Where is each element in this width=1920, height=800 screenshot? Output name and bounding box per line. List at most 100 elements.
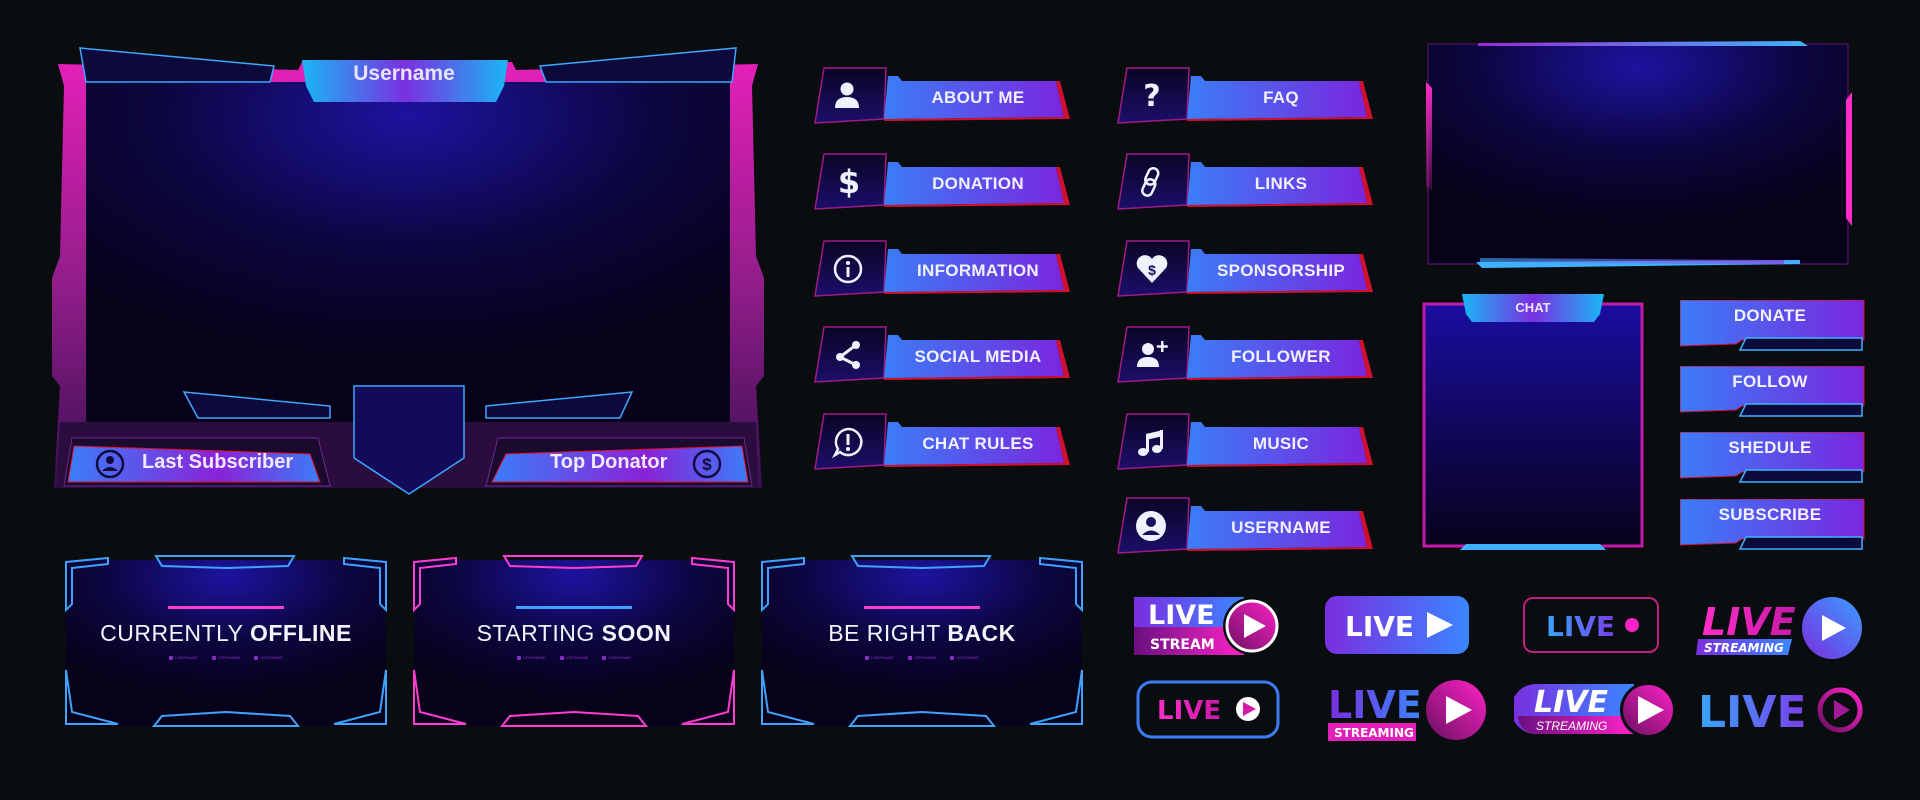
panel-username[interactable]: USERNAME	[1117, 497, 1375, 555]
social-handle: USERNAME	[168, 655, 198, 660]
badge-main-text: LIVE	[1328, 683, 1422, 727]
social-handle: USERNAME	[516, 655, 546, 660]
top-right-wing	[538, 47, 737, 83]
svg-text:$: $	[1148, 262, 1156, 278]
user-circle-icon	[1135, 510, 1169, 542]
social-handle: USERNAME	[559, 655, 588, 660]
panel-label: USERNAME	[1231, 518, 1331, 537]
scene-be-right-back: BE RIGHT BACK USERNAME USERNAME USERNAME	[758, 554, 1086, 729]
top-donator-label: Top Donator	[550, 451, 668, 473]
webcam-frame: $ Username Last Subscriber Top Donator	[52, 46, 764, 498]
user-plus-icon	[1135, 339, 1169, 371]
social-handle: USERNAME	[864, 655, 894, 660]
badge-sub-text: STREAMING	[1704, 641, 1784, 655]
scene-socials: USERNAME USERNAME USERNAME	[758, 655, 1086, 660]
last-subscriber-label: Last Subscriber	[142, 451, 294, 473]
panel-bar: MUSIC	[1187, 421, 1373, 467]
panel-label: FAQ	[1263, 88, 1299, 107]
panel-information[interactable]: INFORMATION	[814, 240, 1072, 298]
panel-bar: LINKS	[1187, 161, 1373, 207]
panel-about-me[interactable]: ABOUT ME	[814, 67, 1072, 125]
panel-label: DONATION	[932, 174, 1024, 193]
top-left-wing	[79, 47, 275, 83]
scene-title: CURRENTLY OFFLINE	[100, 620, 352, 646]
panel-follower[interactable]: FOLLOWER	[1117, 326, 1375, 384]
panel-icon-box	[1117, 497, 1191, 555]
panel-faq[interactable]: ? FAQ	[1117, 67, 1375, 125]
badge-main-text: LIVE	[1534, 685, 1608, 720]
side-button-donate[interactable]: DONATE	[1680, 300, 1866, 352]
panel-bar: FOLLOWER	[1187, 334, 1373, 380]
side-button-subscribe[interactable]: SUBSCRIBE	[1680, 499, 1866, 551]
social-icon	[602, 655, 607, 660]
username-label: Username	[353, 62, 455, 85]
social-icon	[254, 655, 259, 660]
badge-main-text: LIVE	[1148, 600, 1215, 631]
side-button-follow[interactable]: FOLLOW	[1680, 366, 1866, 418]
side-button-label: DONATE	[1733, 306, 1807, 325]
live-streaming-badge[interactable]: LIVE STREAMING	[1696, 595, 1868, 664]
panel-label: CHAT RULES	[922, 434, 1034, 453]
badge-main-text: LIVE	[1157, 696, 1221, 726]
scene-socials: USERNAME USERNAME USERNAME	[410, 655, 738, 660]
side-button-label: FOLLOW	[1732, 372, 1808, 391]
heart-dollar-icon: $	[1135, 253, 1169, 285]
dot-icon	[1625, 618, 1639, 632]
panel-sponsorship[interactable]: $ SPONSORSHIP	[1117, 240, 1375, 298]
social-icon	[907, 655, 912, 660]
badge-main-text: LIVE	[1546, 610, 1615, 643]
info-icon	[832, 253, 866, 285]
music-icon	[1135, 426, 1169, 458]
user-icon	[832, 80, 866, 112]
panel-music[interactable]: MUSIC	[1117, 413, 1375, 471]
side-button-label: SHEDULE	[1728, 438, 1812, 457]
social-icon	[559, 655, 564, 660]
live-outline-badge[interactable]: LIVE	[1135, 679, 1283, 746]
scene-title: STARTING SOON	[476, 620, 672, 646]
svg-text:$: $	[702, 455, 712, 474]
panel-bar: INFORMATION	[884, 248, 1070, 294]
panel-icon-box: $	[1117, 240, 1191, 298]
social-handle: USERNAME	[254, 655, 283, 660]
badge-main-text: LIVE	[1702, 600, 1796, 644]
live-stream-badge[interactable]: LIVE STREAM	[1134, 597, 1284, 664]
live-dot-badge[interactable]: LIVE	[1522, 596, 1662, 661]
live-text-play-badge[interactable]: LIVE	[1698, 683, 1868, 744]
panel-icon-box: ?	[1117, 67, 1191, 125]
live-pill-streaming-badge[interactable]: LIVE STREAMING	[1511, 682, 1676, 745]
panel-bar: DONATION	[884, 161, 1070, 207]
panel-bar: CHAT RULES	[884, 421, 1070, 467]
panel-label: ABOUT ME	[931, 88, 1025, 107]
live-streaming-play-badge[interactable]: LIVE STREAMING	[1328, 680, 1488, 749]
dollar-icon: $	[837, 163, 861, 201]
panel-donation[interactable]: $ DONATION	[814, 153, 1072, 211]
social-handle: USERNAME	[950, 655, 979, 660]
panel-icon-box	[1117, 413, 1191, 471]
side-button-shedule[interactable]: SHEDULE	[1680, 432, 1866, 484]
badge-main-text: LIVE	[1698, 687, 1807, 738]
secondary-webcam-frame	[1424, 40, 1854, 268]
panel-chat-rules[interactable]: CHAT RULES	[814, 413, 1072, 471]
social-handle: USERNAME	[602, 655, 631, 660]
badge-sub-text: STREAM	[1150, 637, 1215, 653]
panel-social-media[interactable]: SOCIAL MEDIA	[814, 326, 1072, 384]
panel-links[interactable]: LINKS	[1117, 153, 1375, 211]
panel-label: FOLLOWER	[1231, 347, 1331, 366]
panel-label: SOCIAL MEDIA	[914, 347, 1042, 366]
scene-starting-soon: STARTING SOON USERNAME USERNAME USERNAME	[410, 554, 738, 729]
play-icon	[1834, 700, 1850, 720]
panel-bar: SOCIAL MEDIA	[884, 334, 1070, 380]
social-icon	[864, 655, 869, 660]
panel-bar: SPONSORSHIP	[1187, 248, 1373, 294]
side-button-label: SUBSCRIBE	[1718, 505, 1822, 524]
badge-sub-text: STREAMING	[1536, 719, 1607, 733]
panel-icon-box	[1117, 326, 1191, 384]
social-icon	[950, 655, 955, 660]
alert-chat-icon	[832, 426, 866, 458]
panel-bar: ABOUT ME	[884, 75, 1070, 121]
social-handle: USERNAME	[211, 655, 240, 660]
panel-label: INFORMATION	[917, 261, 1039, 280]
live-button-badge[interactable]: LIVE	[1325, 596, 1471, 661]
panel-icon-box	[814, 326, 888, 384]
panel-label: SPONSORSHIP	[1217, 261, 1345, 280]
